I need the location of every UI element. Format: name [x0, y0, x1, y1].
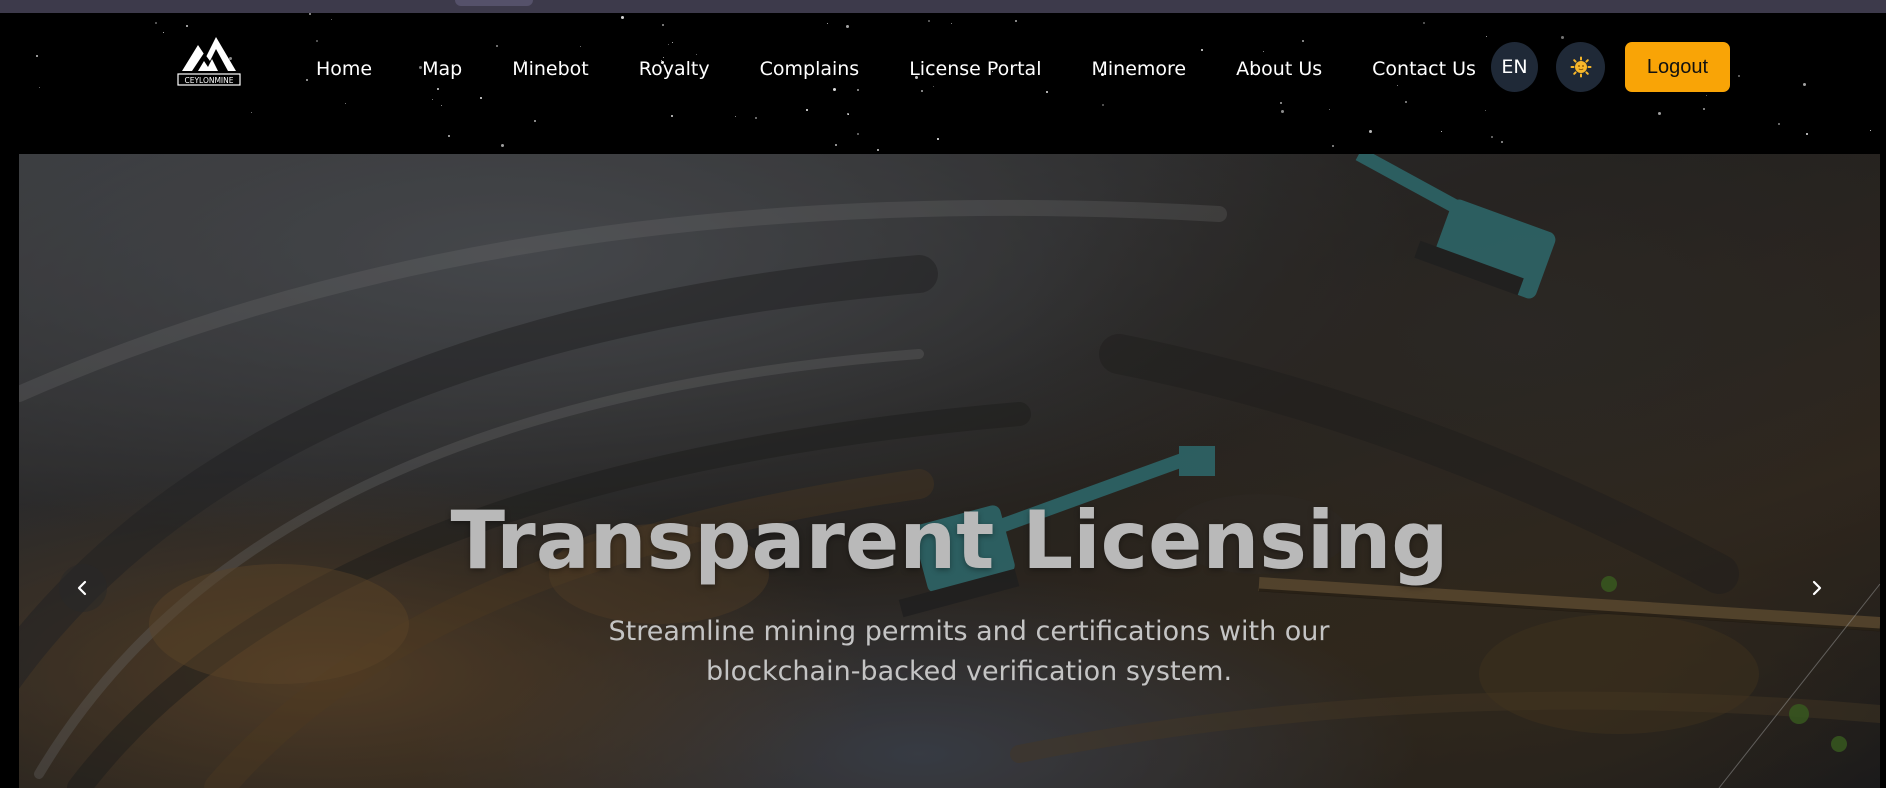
- star: [1015, 20, 1017, 22]
- star: [827, 23, 828, 24]
- star: [755, 117, 757, 119]
- star: [1803, 83, 1806, 86]
- star: [1102, 104, 1104, 106]
- star: [662, 24, 664, 26]
- main-nav: Home Map Minebot Royalty Complains Licen…: [316, 44, 1526, 94]
- logout-button[interactable]: Logout: [1625, 42, 1730, 92]
- star: [1369, 130, 1372, 133]
- star: [1485, 110, 1486, 111]
- nav-link-complains[interactable]: Complains: [760, 58, 860, 80]
- chevron-right-icon: [1812, 580, 1822, 596]
- star: [806, 109, 808, 111]
- star: [1778, 123, 1780, 125]
- star: [846, 25, 849, 28]
- star: [951, 23, 952, 24]
- star: [306, 79, 308, 81]
- browser-top-strip: [0, 0, 1886, 13]
- nav-link-home[interactable]: Home: [316, 58, 372, 80]
- logo-text: CEYLONMINE: [184, 76, 233, 85]
- star: [1738, 75, 1740, 77]
- star: [163, 32, 164, 33]
- star: [1423, 22, 1425, 24]
- nav-link-royalty[interactable]: Royalty: [639, 58, 710, 80]
- star: [857, 133, 859, 135]
- star: [39, 87, 40, 88]
- nav-link-about-us[interactable]: About Us: [1236, 58, 1322, 80]
- star: [621, 16, 624, 19]
- star: [448, 135, 450, 137]
- language-toggle-button[interactable]: EN: [1491, 42, 1538, 92]
- star: [331, 19, 332, 20]
- sun-icon: [1570, 56, 1591, 78]
- star: [1561, 36, 1564, 39]
- hero-subtitle: Streamline mining permits and certificat…: [608, 616, 1330, 687]
- star: [480, 97, 482, 99]
- star: [1329, 109, 1330, 110]
- star: [937, 138, 939, 140]
- mountain-logo-icon: CEYLONMINE: [177, 37, 241, 86]
- star: [36, 55, 38, 57]
- chevron-left-icon: [77, 580, 87, 596]
- carousel-prev-button[interactable]: [59, 564, 107, 612]
- star: [309, 13, 311, 15]
- star: [877, 149, 879, 151]
- nav-link-contact-us[interactable]: Contact Us: [1372, 58, 1476, 80]
- star: [735, 116, 736, 117]
- star: [1870, 130, 1871, 131]
- star: [1501, 141, 1503, 143]
- star: [1302, 40, 1304, 42]
- hero-title: Transparent Licensing: [450, 494, 1449, 587]
- star: [316, 40, 318, 42]
- star: [1280, 102, 1282, 104]
- star: [928, 20, 930, 22]
- nav-link-map[interactable]: Map: [422, 58, 462, 80]
- nav-link-license-portal[interactable]: License Portal: [909, 58, 1041, 80]
- star: [432, 99, 433, 100]
- carousel-next-button[interactable]: [1792, 564, 1840, 612]
- star: [345, 103, 346, 104]
- star: [1658, 112, 1661, 115]
- star: [847, 113, 849, 115]
- hero-overlay: [19, 154, 1880, 788]
- site-logo[interactable]: CEYLONMINE: [174, 27, 244, 89]
- star: [251, 112, 252, 113]
- hero-carousel: Transparent Licensing Streamline mining …: [19, 154, 1880, 788]
- star: [671, 115, 673, 117]
- star: [1806, 133, 1808, 135]
- star: [1441, 131, 1442, 132]
- star: [1486, 36, 1487, 37]
- star: [501, 144, 504, 147]
- browser-tab-handle[interactable]: [455, 0, 533, 6]
- star: [155, 22, 157, 24]
- star: [441, 105, 442, 106]
- star: [1332, 145, 1334, 147]
- navbar: CEYLONMINE Home Map Minebot Royalty Comp…: [0, 13, 1886, 154]
- star: [534, 120, 536, 122]
- star: [1703, 108, 1705, 110]
- star: [1281, 110, 1284, 113]
- star: [1706, 95, 1707, 96]
- nav-link-minemore[interactable]: Minemore: [1091, 58, 1186, 80]
- star: [835, 144, 837, 146]
- star: [672, 42, 673, 43]
- star: [1405, 101, 1407, 103]
- theme-toggle-button[interactable]: [1556, 42, 1605, 92]
- nav-link-minebot[interactable]: Minebot: [512, 58, 589, 80]
- star: [1491, 136, 1493, 138]
